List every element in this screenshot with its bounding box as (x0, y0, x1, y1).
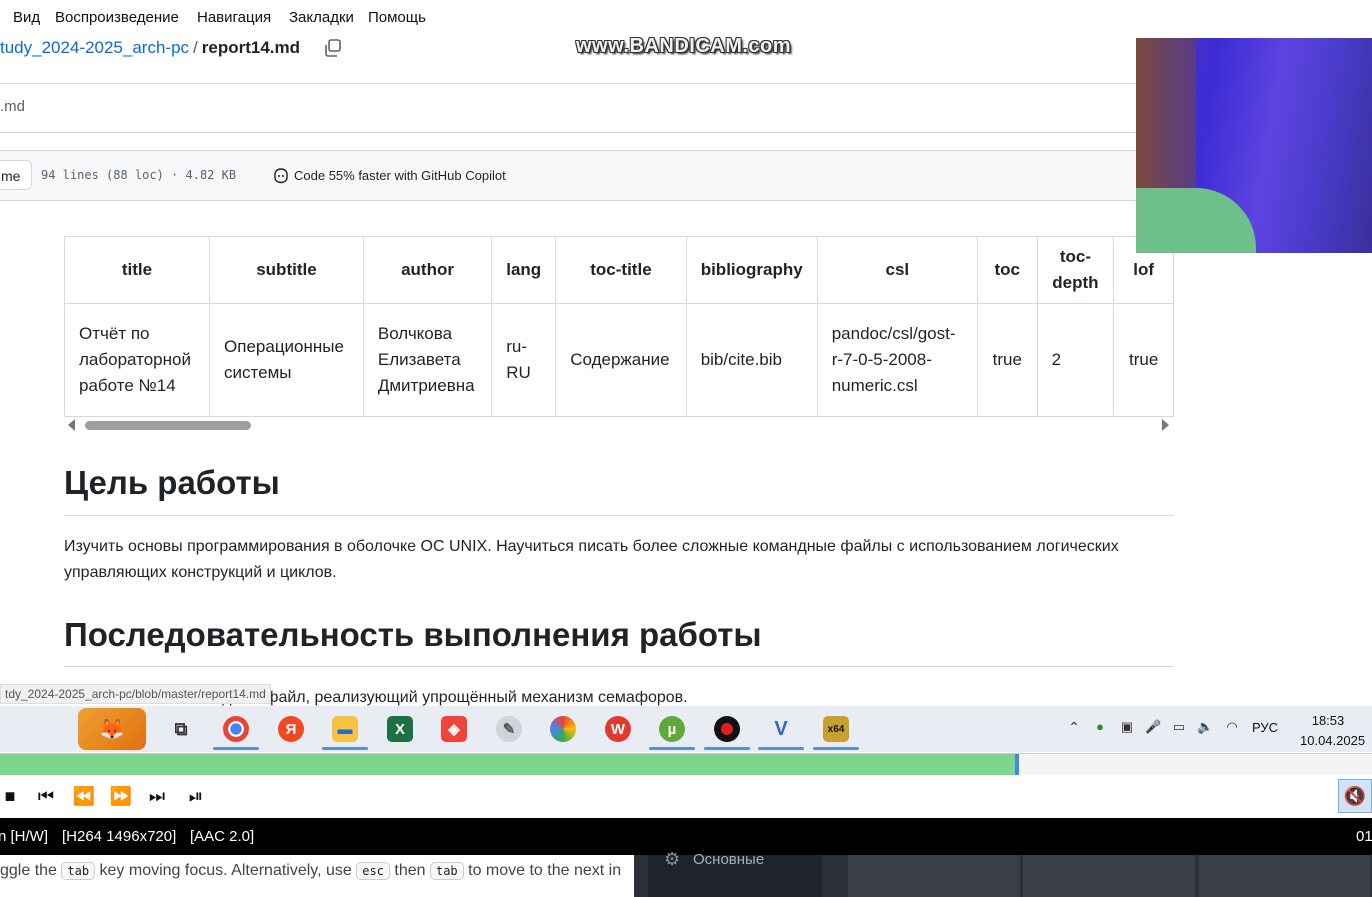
section-heading-steps: Последовательность выполнения работы (64, 616, 762, 653)
tray-battery-icon[interactable]: ▭ (1171, 719, 1187, 735)
table-header-row: title subtitle author lang toc-title bib… (63, 236, 1174, 304)
scrollbar-thumb[interactable] (85, 421, 251, 430)
keyboard-hint: ggle the tab key moving focus. Alternati… (0, 862, 621, 880)
tray-app-icon[interactable]: ● (1092, 719, 1108, 735)
tray-camera-icon[interactable]: ▣ (1119, 719, 1135, 735)
bandicam-record-icon[interactable] (714, 716, 740, 742)
seek-bar-handle[interactable] (1015, 754, 1019, 775)
th-csl: csl (816, 236, 978, 304)
settings-tile[interactable] (1199, 855, 1371, 897)
clock-time: 18:53 (1311, 713, 1345, 728)
excel-icon[interactable]: X (387, 716, 413, 742)
taskbar-clock[interactable]: 18:53 10.04.2025 (1300, 711, 1366, 751)
decoder-info: n [H/W] (0, 828, 49, 845)
clock-date: 10.04.2025 (1300, 733, 1366, 748)
th-subtitle: subtitle (209, 236, 364, 304)
video-info: [H264 1496x720] (62, 828, 177, 845)
webcam-overlay (1136, 38, 1372, 253)
vs-icon[interactable]: V (768, 716, 794, 742)
settings-tile[interactable] (1023, 855, 1195, 897)
th-title: title (63, 236, 211, 304)
stop-icon[interactable]: ■ (0, 783, 24, 809)
time-display: 01 (1356, 828, 1372, 845)
hint-key: tab (61, 862, 96, 880)
active-app-indicator (704, 747, 750, 750)
fast-forward-icon[interactable]: ⏩ (107, 783, 135, 809)
goal-paragraph: Изучить основы программирования в оболоч… (64, 538, 1119, 581)
active-app-indicator (649, 747, 695, 750)
hint-key: esc (356, 862, 390, 880)
file-explorer-icon[interactable]: ▬ (332, 716, 358, 742)
cell-toc: true (976, 303, 1038, 417)
seek-bar-fill (0, 754, 1015, 775)
fox-app-icon[interactable]: 🦊 (78, 708, 146, 750)
color-app-icon[interactable] (550, 716, 576, 742)
cell-bibliography: bib/cite.bib (685, 303, 818, 417)
gear-icon: ⚙ (664, 849, 681, 869)
heading-rule (64, 515, 1174, 516)
heading-rule (64, 666, 1174, 667)
th-bibliography: bibliography (685, 236, 818, 304)
task-view-icon[interactable]: ⧉ (168, 716, 194, 742)
cell-toc-depth: 2 (1036, 303, 1115, 417)
yandex-icon[interactable]: Я (278, 716, 304, 742)
hint-text: to move to the next in (468, 862, 622, 879)
cell-lof: true (1113, 303, 1174, 417)
scroll-right-arrow-icon[interactable] (1162, 419, 1169, 431)
cell-subtitle: Операционные системы (209, 303, 364, 417)
settings-tab-label: Основные (693, 851, 765, 868)
tray-microphone-icon[interactable]: 🎤 (1145, 719, 1161, 735)
cell-toc-title: Содержание (555, 303, 687, 417)
active-app-indicator (758, 747, 804, 750)
keyboard-language[interactable]: РУС (1252, 720, 1278, 735)
cell-author: Волчкова Елизавета Дмитриевна (362, 303, 493, 417)
tray-volume-icon[interactable]: 🔈 (1197, 719, 1213, 735)
cell-lang: ru-RU (491, 303, 557, 417)
rewind-icon[interactable]: ⏪ (70, 783, 98, 809)
next-icon[interactable]: ⏭ (143, 783, 171, 809)
tray-overflow-chevron-icon[interactable]: ⌃ (1066, 719, 1082, 735)
player-info-bar: n [H/W] [H264 1496x720] [AAC 2.0] 01 (0, 818, 1372, 855)
table-row: Отчёт по лабораторной работе №14 Операци… (63, 303, 1174, 417)
mute-speaker-icon[interactable]: 🔇 (1338, 779, 1372, 813)
section-heading-goal: Цель работы (64, 464, 280, 501)
metadata-table: title subtitle author lang toc-title bib… (63, 236, 1174, 417)
th-author: author (362, 236, 493, 304)
wps-icon[interactable]: W (605, 716, 631, 742)
active-app-indicator (322, 747, 368, 750)
cell-csl: pandoc/csl/gost-r-7-0-5-2008-numeric.csl (816, 303, 978, 417)
hint-text: key moving focus. Alternatively, use (99, 862, 352, 879)
table-viewport: title subtitle author lang toc-title bib… (0, 0, 1174, 440)
status-bar-url: tdy_2024-2025_arch-pc/blob/master/report… (0, 684, 271, 704)
notes-icon[interactable]: ✎ (496, 716, 522, 742)
utorrent-icon[interactable]: µ (659, 716, 685, 742)
frame-step-icon[interactable]: ⏯ (182, 783, 210, 809)
previous-icon[interactable]: ⏮ (32, 783, 60, 809)
th-toc: toc (976, 236, 1038, 304)
chrome-icon[interactable] (223, 716, 249, 742)
windows-taskbar (0, 706, 1372, 752)
active-app-indicator (813, 747, 859, 750)
anydesk-icon[interactable]: ◈ (441, 716, 467, 742)
hint-key: tab (429, 862, 464, 880)
settings-tile[interactable] (848, 855, 1020, 897)
th-lang: lang (491, 236, 557, 304)
audio-info: [AAC 2.0] (190, 828, 255, 845)
x64-app-icon[interactable]: x64 (823, 716, 849, 742)
hint-text: ggle the (0, 862, 57, 879)
webcam-figure (1136, 38, 1196, 208)
hint-text: then (394, 862, 426, 879)
th-toc-depth: toc- depth (1036, 236, 1115, 304)
webcam-figure-shirt (1136, 188, 1256, 253)
th-toc-title: toc-title (555, 236, 687, 304)
cell-title: Отчёт по лабораторной работе №14 (63, 303, 211, 417)
active-app-indicator (213, 747, 259, 750)
tray-wifi-icon[interactable]: ◠ (1224, 719, 1240, 735)
scroll-left-arrow-icon[interactable] (68, 419, 75, 431)
